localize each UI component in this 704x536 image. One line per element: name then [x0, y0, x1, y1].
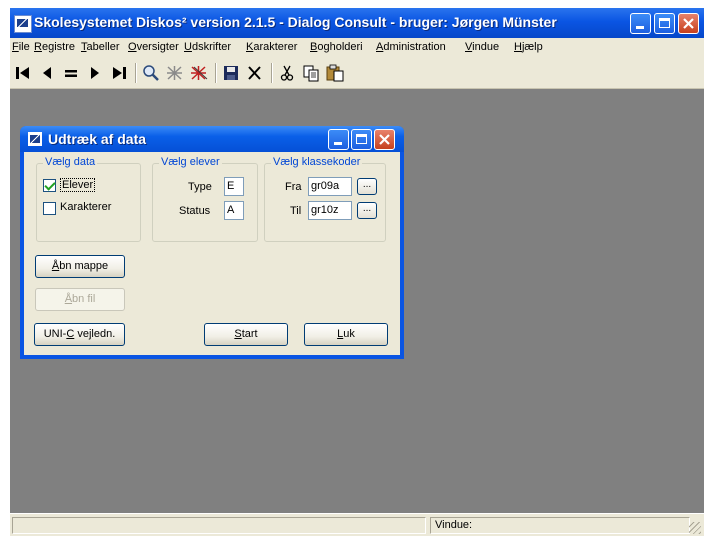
window-title: Skolesystemet Diskos² version 2.1.5 - Di…	[34, 14, 557, 30]
window-titlebar[interactable]: Skolesystemet Diskos² version 2.1.5 - Di…	[10, 8, 704, 38]
dialog-minimize-button[interactable]	[328, 129, 349, 150]
open-file-button[interactable]: Åbn fil	[35, 288, 125, 311]
copy-icon	[303, 65, 319, 82]
toolbar	[10, 58, 704, 89]
close-icon	[683, 18, 694, 29]
fra-label: Fra	[285, 181, 302, 193]
menu-bar: File Registre Tabeller Oversigter Udskri…	[10, 38, 704, 58]
filter-red-button[interactable]	[188, 63, 210, 83]
search-button[interactable]	[140, 63, 162, 83]
delete-button[interactable]	[244, 63, 266, 83]
close-dialog-button[interactable]: Luk	[304, 323, 388, 346]
group-select-class-codes-legend: Vælg klassekoder	[271, 156, 363, 168]
save-icon	[224, 66, 238, 80]
minimize-icon	[334, 142, 342, 145]
filter-icon	[167, 66, 182, 80]
save-button[interactable]	[220, 63, 242, 83]
karakterer-label[interactable]: Karakterer	[60, 201, 111, 213]
first-record-icon	[16, 67, 29, 79]
menu-karakterer[interactable]: Karakterer	[246, 41, 297, 53]
fra-browse-button[interactable]: ...	[357, 178, 377, 195]
menu-oversigter[interactable]: Oversigter	[128, 41, 179, 53]
type-label: Type	[188, 181, 212, 193]
delete-icon	[248, 66, 261, 80]
cut-icon	[280, 65, 294, 81]
type-input[interactable]: E	[224, 177, 244, 196]
fra-input[interactable]: gr09a	[308, 177, 352, 196]
filter-red-icon	[191, 66, 208, 80]
status-bar: Vindue:	[10, 513, 704, 536]
previous-record-button[interactable]	[36, 63, 58, 83]
equals-button[interactable]	[60, 63, 82, 83]
status-input[interactable]: A	[224, 201, 244, 220]
search-icon	[143, 65, 159, 81]
minimize-icon	[636, 26, 644, 29]
next-record-button[interactable]	[84, 63, 106, 83]
karakterer-checkbox[interactable]	[43, 202, 56, 215]
toolbar-separator	[271, 63, 273, 83]
app-icon[interactable]	[14, 15, 32, 33]
start-button[interactable]: Start	[204, 323, 288, 346]
last-record-icon	[113, 67, 126, 79]
group-select-data: Vælg data Elever Karakterer	[36, 156, 141, 242]
til-input[interactable]: gr10z	[308, 201, 352, 220]
status-pane-main	[12, 517, 426, 534]
resize-grip[interactable]	[689, 522, 701, 534]
elever-checkbox[interactable]	[43, 179, 56, 192]
group-select-students-legend: Vælg elever	[159, 156, 222, 168]
paste-button[interactable]	[324, 63, 346, 83]
minimize-button[interactable]	[630, 13, 651, 34]
group-select-class-codes: Vælg klassekoder Fra gr09a ... Til gr10z…	[264, 156, 386, 242]
menu-file[interactable]: File	[12, 41, 30, 53]
menu-bogholderi[interactable]: Bogholderi	[310, 41, 363, 53]
menu-hjaelp[interactable]: Hjælp	[514, 41, 543, 53]
status-label: Status	[179, 205, 211, 217]
maximize-button[interactable]	[654, 13, 675, 34]
equals-icon	[65, 70, 77, 77]
status-pane-vindue: Vindue:	[430, 517, 690, 534]
menu-vindue[interactable]: Vindue	[465, 41, 499, 53]
unic-guide-button[interactable]: UNI-C vejledn.	[34, 323, 125, 346]
filter-button[interactable]	[164, 63, 186, 83]
dialog-titlebar[interactable]: Udtræk af data	[20, 126, 404, 152]
paste-icon	[326, 64, 344, 82]
menu-tabeller[interactable]: Tabeller	[81, 41, 120, 53]
menu-udskrifter[interactable]: Udskrifter	[184, 41, 231, 53]
maximize-icon	[356, 134, 367, 144]
last-record-button[interactable]	[108, 63, 130, 83]
dialog-maximize-button[interactable]	[351, 129, 372, 150]
toolbar-separator	[215, 63, 217, 83]
first-record-button[interactable]	[12, 63, 34, 83]
close-button[interactable]	[678, 13, 699, 34]
toolbar-separator	[135, 63, 137, 83]
dialog-body: Vælg data Elever Karakterer Vælg elever …	[24, 152, 400, 355]
previous-record-icon	[43, 67, 51, 79]
dialog-title: Udtræk af data	[48, 131, 147, 147]
dialog-app-icon[interactable]	[28, 132, 42, 146]
next-record-icon	[91, 67, 99, 79]
open-folder-button[interactable]: Åbn mappe	[35, 255, 125, 278]
menu-registre[interactable]: Registre	[34, 41, 75, 53]
elever-label[interactable]: Elever	[60, 178, 96, 192]
menu-administration[interactable]: Administration	[376, 41, 446, 53]
group-select-data-legend: Vælg data	[43, 156, 98, 168]
til-browse-button[interactable]: ...	[357, 202, 377, 219]
cut-button[interactable]	[276, 63, 298, 83]
extract-data-dialog: Udtræk af data Vælg data Elever Karakter…	[20, 126, 404, 359]
copy-button[interactable]	[300, 63, 322, 83]
til-label: Til	[290, 205, 302, 217]
group-select-students: Vælg elever Type E Status A	[152, 156, 258, 242]
maximize-icon	[659, 18, 670, 28]
dialog-close-button[interactable]	[374, 129, 395, 150]
close-icon	[379, 134, 390, 145]
